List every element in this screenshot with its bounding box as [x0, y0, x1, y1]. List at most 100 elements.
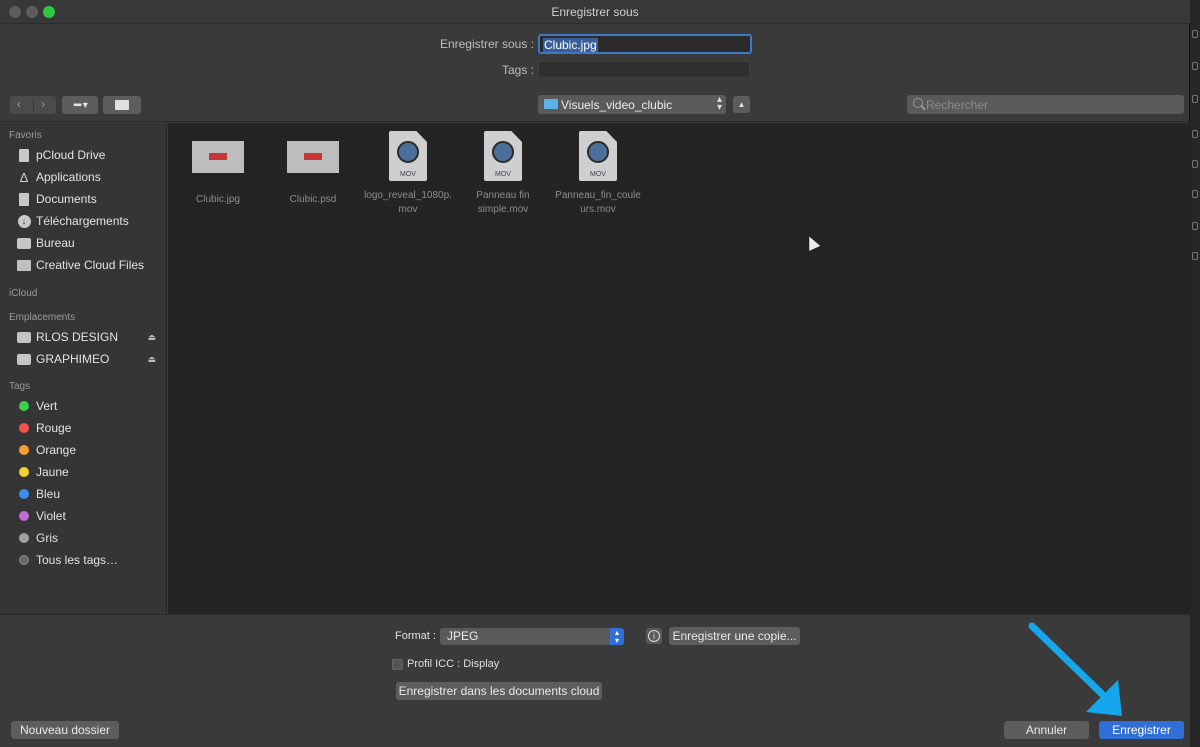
file-item-logo-reveal[interactable]: MOV logo_reveal_1080p.mov — [363, 131, 453, 217]
sidebar-item-telechargements[interactable]: ↓ Téléchargements — [17, 212, 162, 230]
sidebar-item-label: Documents — [36, 192, 97, 206]
file-browser: Clubic.jpg Clubic.psd MOV logo_reveal_10… — [168, 123, 1190, 614]
info-button[interactable]: i — [646, 628, 662, 644]
sidebar-item-graphimeo[interactable]: GRAPHIMEO ⏏ — [17, 350, 162, 368]
file-item-panneau-fin-couleurs[interactable]: MOV Panneau_fin_couleurs.mov — [553, 131, 643, 217]
icc-profile-label: Profil ICC : Display — [407, 658, 500, 670]
search-field[interactable]: Rechercher — [907, 95, 1184, 114]
sidebar-item-documents[interactable]: Documents — [17, 190, 162, 208]
background-app-edge — [1190, 0, 1200, 747]
locations-heading: Emplacements — [9, 312, 76, 323]
all-tags-icon — [19, 555, 29, 565]
sidebar-item-tag-rouge[interactable]: Rouge — [17, 419, 162, 437]
image-thumbnail-icon — [192, 141, 244, 173]
sidebar-item-tag-vert[interactable]: Vert — [17, 397, 162, 415]
save-as-label: Enregistrer sous : — [439, 37, 534, 51]
icloud-heading[interactable]: iCloud — [9, 288, 37, 299]
sidebar-item-label: GRAPHIMEO — [36, 352, 110, 366]
sidebar-item-applications[interactable]: ∆ Applications — [17, 168, 162, 186]
expand-collapse-button[interactable]: ▴ — [733, 96, 750, 113]
favorites-heading: Favoris — [9, 130, 42, 141]
sidebar-item-creative-cloud-files[interactable]: Creative Cloud Files — [17, 256, 162, 274]
sidebar-item-label: Vert — [36, 399, 58, 413]
save-copy-button[interactable]: Enregistrer une copie... — [669, 627, 800, 645]
title-bar: Enregistrer sous — [0, 0, 1190, 24]
file-item-clubic-jpg[interactable]: Clubic.jpg — [173, 141, 263, 207]
sidebar-item-label: pCloud Drive — [36, 148, 106, 162]
sidebar-item-label: Orange — [36, 443, 77, 457]
search-placeholder: Rechercher — [926, 98, 989, 112]
new-folder-toolbar-button[interactable] — [103, 96, 141, 114]
sidebar-item-label: Violet — [36, 509, 66, 523]
eject-icon[interactable]: ⏏ — [147, 354, 156, 365]
sidebar-item-label: Téléchargements — [36, 214, 129, 228]
save-options: Format : JPEG ▴ ▾ i Enregistrer une copie… — [0, 614, 1190, 747]
sidebar-item-tag-bleu[interactable]: Bleu — [17, 485, 162, 503]
sidebar-item-tag-jaune[interactable]: Jaune — [17, 463, 162, 481]
file-name: logo_reveal_1080p.mov — [364, 190, 452, 215]
disk-icon — [17, 353, 31, 365]
sidebar: Favoris pCloud Drive ∆ Applications Docu… — [0, 123, 167, 614]
sidebar-item-pcloud-drive[interactable]: pCloud Drive — [17, 146, 162, 164]
grid-view-icon: ▪▪▪ ▾ — [73, 99, 87, 111]
location-popup[interactable]: Visuels_video_clubic ▴ ▾ — [538, 95, 726, 114]
new-folder-button[interactable]: Nouveau dossier — [11, 721, 119, 739]
location-value: Visuels_video_clubic — [561, 98, 673, 112]
sidebar-item-label: Applications — [36, 170, 101, 184]
sidebar-item-tag-gris[interactable]: Gris — [17, 529, 162, 547]
tags-label: Tags : — [501, 63, 534, 77]
sidebar-item-label: Bleu — [36, 487, 61, 501]
new-folder-icon — [115, 100, 129, 110]
tag-dot-icon — [19, 533, 29, 543]
save-header: Enregistrer sous : Clubic.jpg Tags : — [0, 24, 1190, 86]
chevron-up-icon: ▴ — [739, 99, 744, 109]
sidebar-item-label: Tous les tags… — [36, 553, 119, 567]
icc-profile-option[interactable]: Profil ICC : Display — [392, 658, 499, 670]
desktop-icon — [17, 237, 31, 249]
sidebar-item-tag-violet[interactable]: Violet — [17, 507, 162, 525]
file-name: Clubic.psd — [289, 194, 337, 205]
tag-dot-icon — [19, 445, 29, 455]
image-thumbnail-icon — [287, 141, 339, 173]
view-mode-button[interactable]: ▪▪▪ ▾ — [62, 96, 98, 114]
sidebar-item-label: Bureau — [36, 236, 75, 250]
sidebar-item-label: Gris — [36, 531, 58, 545]
document-icon — [19, 192, 29, 206]
sidebar-item-all-tags[interactable]: Tous les tags… — [17, 551, 162, 569]
icc-profile-checkbox[interactable] — [392, 658, 403, 670]
document-icon — [19, 148, 29, 162]
tag-dot-icon — [19, 511, 29, 521]
tags-input[interactable] — [538, 61, 750, 78]
tag-dot-icon — [19, 489, 29, 499]
info-icon: i — [648, 630, 660, 642]
tag-dot-icon — [19, 401, 29, 411]
quicktime-movie-icon: MOV — [389, 131, 427, 181]
sidebar-item-label: Creative Cloud Files — [36, 258, 145, 272]
filename-input[interactable]: Clubic.jpg — [538, 34, 752, 54]
tag-dot-icon — [19, 467, 29, 477]
save-to-cloud-button[interactable]: Enregistrer dans les documents cloud — [396, 682, 602, 700]
disk-icon — [17, 331, 31, 343]
format-select[interactable]: JPEG ▴ ▾ — [440, 628, 624, 645]
toolbar: ‹ › ▪▪▪ ▾ Visuels_video_clubic ▴ ▾ ▴ Rech… — [0, 86, 1190, 122]
sidebar-item-rlos-design[interactable]: RLOS DESIGN ⏏ — [17, 328, 162, 346]
tag-dot-icon — [19, 423, 29, 433]
file-name: Panneau_fin_couleurs.mov — [555, 190, 641, 215]
back-icon[interactable]: ‹ — [17, 97, 21, 111]
file-item-clubic-psd[interactable]: Clubic.psd — [268, 141, 358, 207]
window-title: Enregistrer sous — [551, 5, 639, 19]
sidebar-item-label: Rouge — [36, 421, 72, 435]
forward-icon[interactable]: › — [41, 97, 45, 111]
sidebar-item-bureau[interactable]: Bureau — [17, 234, 162, 252]
folder-icon — [17, 259, 31, 271]
eject-icon[interactable]: ⏏ — [147, 332, 156, 343]
folder-icon — [544, 99, 558, 109]
file-item-panneau-fin-simple[interactable]: MOV Panneau fin simple.mov — [458, 131, 548, 217]
applications-icon: ∆ — [20, 169, 28, 185]
file-name: Panneau fin simple.mov — [476, 190, 530, 215]
file-name: Clubic.jpg — [196, 194, 240, 205]
quicktime-movie-icon: MOV — [579, 131, 617, 181]
sidebar-item-tag-orange[interactable]: Orange — [17, 441, 162, 459]
format-label: Format : — [395, 630, 436, 642]
annotation-arrow-icon — [1028, 622, 1122, 716]
